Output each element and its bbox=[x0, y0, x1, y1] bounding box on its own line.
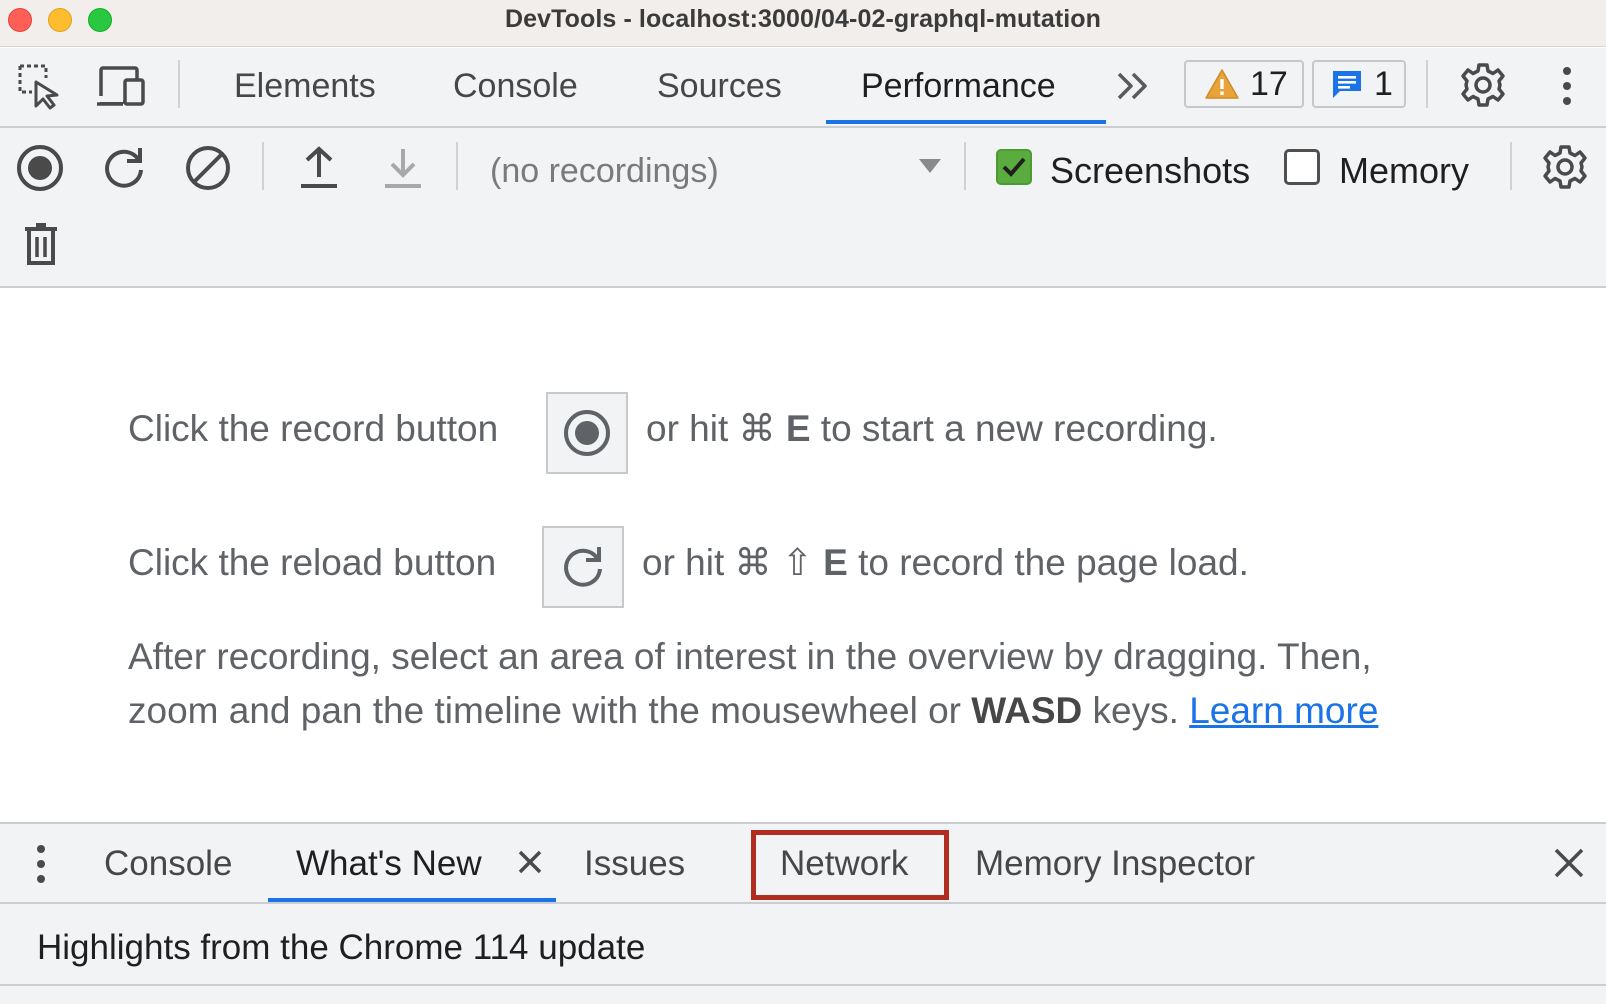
zoom-pan-suffix: keys. bbox=[1092, 690, 1179, 731]
wasd-keys: WASD bbox=[971, 690, 1083, 731]
drawer-tab-console[interactable]: Console bbox=[104, 840, 232, 888]
inline-reload-button[interactable] bbox=[542, 526, 624, 608]
message-icon bbox=[1330, 67, 1364, 101]
record-shortcut-key: E bbox=[785, 408, 811, 449]
device-toolbar-icon[interactable] bbox=[94, 60, 150, 112]
checkmark-icon bbox=[1002, 157, 1026, 177]
toolbar-divider bbox=[964, 142, 966, 190]
toolbar-divider bbox=[1510, 142, 1512, 190]
reload-record-button[interactable] bbox=[98, 142, 150, 194]
record-icon bbox=[564, 410, 610, 456]
drawer-active-tab-indicator bbox=[268, 898, 556, 902]
memory-checkbox[interactable] bbox=[1284, 149, 1320, 185]
screenshots-label: Screenshots bbox=[1050, 150, 1251, 191]
tab-performance[interactable]: Performance bbox=[861, 62, 1056, 128]
reload-icon bbox=[564, 547, 602, 587]
drawer-tab-bar: Console What's New Issues Network Memory… bbox=[0, 822, 1606, 904]
more-options-kebab-icon[interactable] bbox=[1550, 62, 1584, 110]
warning-icon bbox=[1204, 67, 1240, 101]
tab-console[interactable]: Console bbox=[453, 62, 578, 128]
tab-elements[interactable]: Elements bbox=[234, 62, 376, 128]
whats-new-panel: Highlights from the Chrome 114 update bbox=[0, 904, 1606, 1004]
drawer-tab-memory-inspector[interactable]: Memory Inspector bbox=[975, 840, 1255, 888]
upload-icon[interactable] bbox=[294, 142, 344, 194]
reload-shortcut-key: E bbox=[823, 542, 848, 583]
reload-shortcut-prefix: or hit ⌘ ⇧ bbox=[642, 542, 813, 583]
main-tab-bar: Elements Console Sources Performance 17 bbox=[0, 48, 1606, 128]
toolbar-divider bbox=[1426, 60, 1428, 108]
toolbar-divider bbox=[178, 60, 180, 108]
whats-new-heading: Highlights from the Chrome 114 update bbox=[37, 928, 646, 967]
chevron-down-icon bbox=[914, 154, 946, 178]
recordings-select-value: (no recordings) bbox=[490, 152, 719, 190]
record-instruction-prefix: Click the record button bbox=[128, 408, 499, 449]
clear-block-icon[interactable] bbox=[182, 142, 234, 194]
reload-instruction-end: to record the page load. bbox=[858, 542, 1249, 583]
recordings-select[interactable]: (no recordings) bbox=[490, 146, 950, 196]
warnings-badge[interactable]: 17 bbox=[1184, 60, 1304, 108]
drawer-menu-kebab-icon[interactable] bbox=[26, 842, 56, 886]
messages-count: 1 bbox=[1374, 64, 1393, 103]
window-title: DevTools - localhost:3000/04-02-graphql-… bbox=[504, 5, 1102, 33]
drawer-tab-issues[interactable]: Issues bbox=[584, 840, 685, 888]
tab-sources[interactable]: Sources bbox=[657, 62, 782, 128]
panel-divider bbox=[0, 984, 1606, 986]
trash-icon[interactable] bbox=[18, 218, 64, 270]
after-recording-text: After recording, select an area of inter… bbox=[128, 636, 1372, 677]
record-button[interactable] bbox=[14, 142, 66, 194]
record-instruction-end: to start a new recording. bbox=[820, 408, 1218, 449]
reload-instruction-suffix: or hit ⌘ ⇧ E to record the page load. bbox=[642, 538, 1249, 588]
warnings-count: 17 bbox=[1250, 64, 1288, 103]
reload-instruction-prefix: Click the reload button bbox=[128, 542, 497, 583]
active-tab-indicator bbox=[826, 120, 1106, 124]
download-icon[interactable] bbox=[378, 142, 428, 194]
learn-more-link[interactable]: Learn more bbox=[1189, 690, 1378, 731]
performance-landing: Click the record button or hit ⌘ E to st… bbox=[0, 290, 1606, 822]
network-tab-highlight bbox=[751, 830, 949, 900]
toolbar-divider bbox=[456, 142, 458, 190]
toolbar-divider bbox=[262, 142, 264, 190]
screenshots-checkbox[interactable] bbox=[996, 149, 1032, 185]
zoom-pan-prefix: zoom and pan the timeline with the mouse… bbox=[128, 690, 961, 731]
capture-settings-gear-icon[interactable] bbox=[1540, 142, 1590, 192]
zoom-pan-text: zoom and pan the timeline with the mouse… bbox=[128, 686, 1378, 736]
close-tab-icon[interactable] bbox=[514, 846, 546, 878]
drawer-tab-whats-new[interactable]: What's New bbox=[296, 840, 482, 888]
more-tabs-chevron-icon[interactable] bbox=[1110, 64, 1156, 108]
performance-toolbar: (no recordings) Screenshots Memory bbox=[0, 128, 1606, 288]
messages-badge[interactable]: 1 bbox=[1312, 60, 1406, 108]
close-drawer-icon[interactable] bbox=[1550, 844, 1588, 882]
record-shortcut-prefix: or hit ⌘ bbox=[646, 408, 776, 449]
record-instruction-suffix: or hit ⌘ E to start a new recording. bbox=[646, 404, 1218, 454]
settings-gear-icon[interactable] bbox=[1458, 60, 1508, 110]
memory-label: Memory bbox=[1339, 150, 1470, 191]
inspect-element-icon[interactable] bbox=[14, 60, 66, 112]
inline-record-button[interactable] bbox=[546, 392, 628, 474]
window-title-bar: DevTools - localhost:3000/04-02-graphql-… bbox=[0, 0, 1606, 47]
